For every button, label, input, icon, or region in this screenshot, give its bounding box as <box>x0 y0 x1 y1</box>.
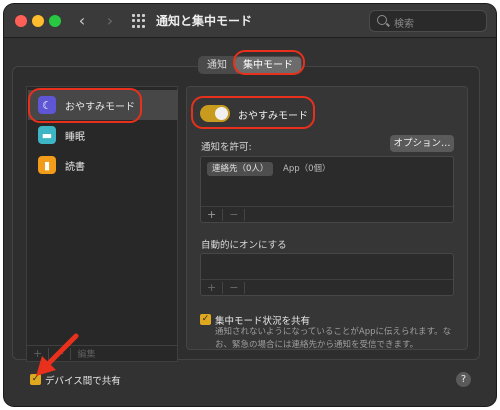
sidebar-item-label: 睡眠 <box>65 131 85 143</box>
allow-notifications-label: 通知を許可: <box>201 142 252 153</box>
sidebar-item-label: 読書 <box>65 161 85 173</box>
book-icon: ▮ <box>38 156 56 174</box>
auto-on-list-footer: + − <box>201 279 453 295</box>
share-focus-status-checkbox[interactable]: ✓ <box>200 314 211 325</box>
back-arrow-icon[interactable]: ‹ <box>73 11 91 31</box>
annotation-highlight-focus-toggle <box>191 96 315 129</box>
tab-notifications[interactable]: 通知 <box>199 57 235 73</box>
share-focus-status-label: 集中モード状況を共有 <box>215 316 311 327</box>
zoom-window-button[interactable] <box>49 15 61 27</box>
help-button[interactable]: ? <box>456 372 471 387</box>
window-title: 通知と集中モード <box>156 14 253 28</box>
close-window-button[interactable] <box>15 15 27 27</box>
sidebar-item-reading[interactable]: ▮ 読書 <box>28 150 178 180</box>
divider <box>244 208 246 221</box>
annotation-arrow <box>36 333 79 376</box>
options-button[interactable]: オプション… <box>390 135 454 152</box>
apps-chip[interactable]: App（0個） <box>283 162 331 176</box>
sidebar-item-sleep[interactable]: ▬ 睡眠 <box>28 120 178 150</box>
add-automation-button[interactable]: + <box>201 281 222 294</box>
search-placeholder: 検索 <box>394 19 414 30</box>
add-allowed-button[interactable]: + <box>201 208 222 221</box>
focus-sidebar: ☾ おやすみモード ▬ 睡眠 ▮ 読書 + − 編集 <box>26 86 178 362</box>
remove-allowed-button[interactable]: − <box>223 208 244 221</box>
auto-on-label: 自動的にオンにする <box>201 240 287 251</box>
title-bar: ‹ › 通知と集中モード 検索 <box>4 4 496 38</box>
share-focus-status-description: 通知されないようになっていることがAppに伝えられます。なお、緊急の場合には連絡… <box>215 327 452 350</box>
remove-automation-button[interactable]: − <box>223 281 244 294</box>
divider <box>244 281 246 294</box>
show-all-grid-icon[interactable] <box>132 14 146 28</box>
auto-on-list: + − <box>200 253 454 296</box>
search-icon <box>377 15 387 25</box>
allowed-list: 連絡先（0人） App（0個） + − <box>200 156 454 223</box>
forward-arrow-icon[interactable]: › <box>101 11 119 31</box>
annotation-highlight-focus-tab <box>233 50 305 75</box>
annotation-highlight-sidebar-item <box>28 88 142 123</box>
allowed-list-footer: + − <box>201 206 453 222</box>
bed-icon: ▬ <box>38 126 56 144</box>
search-input[interactable]: 検索 <box>369 10 487 32</box>
minimize-window-button[interactable] <box>32 15 44 27</box>
contacts-chip[interactable]: 連絡先（0人） <box>207 162 274 176</box>
